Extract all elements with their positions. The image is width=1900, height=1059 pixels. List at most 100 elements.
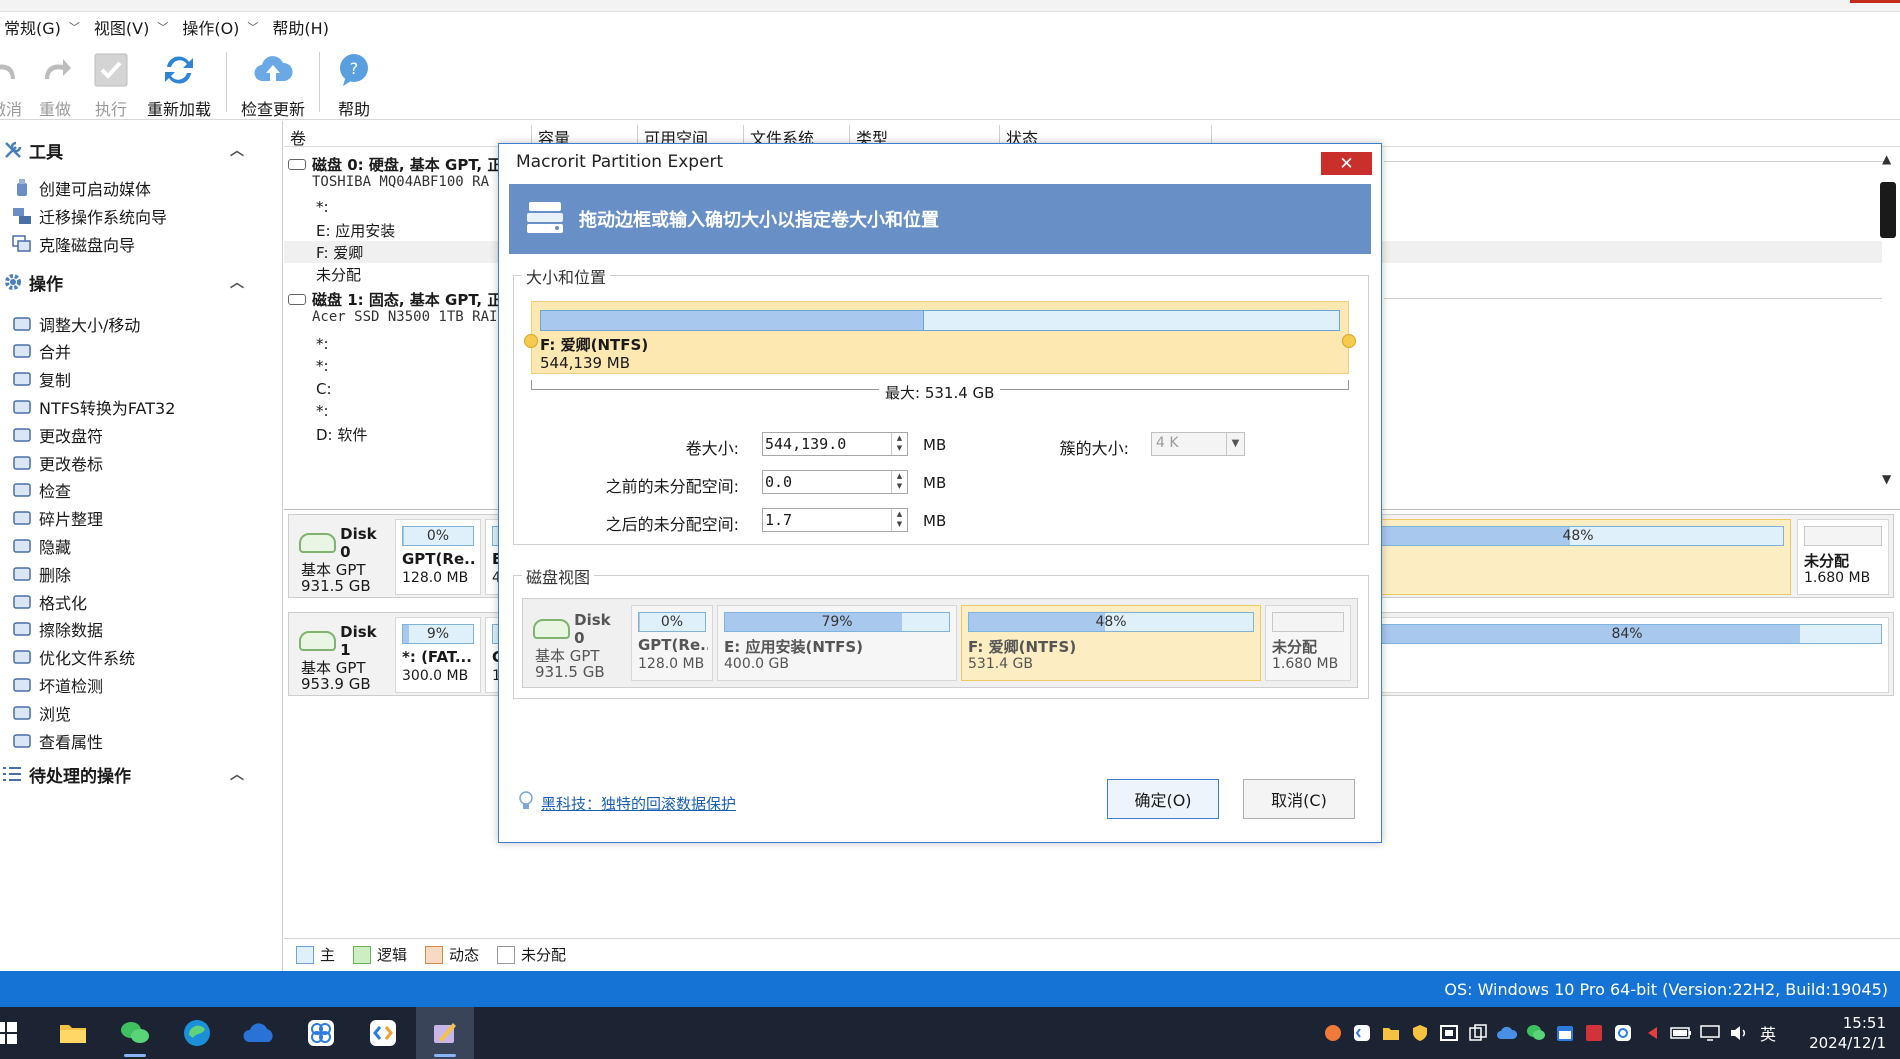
menu-help[interactable]: 帮助(H)	[272, 15, 337, 39]
check-update-button[interactable]: 检查更新	[233, 44, 313, 120]
tray-onedrive-icon[interactable]	[1496, 1022, 1518, 1044]
partition-block-selected[interactable]: 48%	[1371, 519, 1791, 595]
unallocated-before-input[interactable]: 0.0 ▲ ▼	[762, 470, 908, 494]
tray-arrow-icon[interactable]	[1641, 1022, 1663, 1044]
battery-icon[interactable]	[1670, 1022, 1692, 1044]
volume-row[interactable]: 未分配	[316, 263, 361, 285]
left-resize-handle[interactable]	[524, 334, 538, 348]
tray-red-app-icon[interactable]	[1583, 1022, 1605, 1044]
sidebar-item-format[interactable]: 格式化	[0, 588, 283, 615]
taskbar-partition-expert[interactable]	[416, 1007, 474, 1059]
partition-resize-area[interactable]: F: 爱卿(NTFS) 544,139 MB	[531, 301, 1349, 374]
sidebar-item-merge[interactable]: 合并	[0, 338, 283, 365]
scroll-up-icon[interactable]: ▲	[1882, 152, 1891, 166]
sidebar-item-delete[interactable]: 删除	[0, 560, 283, 587]
menu-view[interactable]: 视图(V) ﹀	[94, 15, 168, 39]
taskbar-app-flower[interactable]	[292, 1007, 350, 1059]
volume-row[interactable]: D: 软件	[316, 423, 367, 445]
taskbar-edge[interactable]	[168, 1007, 226, 1059]
network-icon[interactable]	[1699, 1022, 1721, 1044]
dialog-title-bar[interactable]: Macrorit Partition Expert	[499, 144, 1381, 180]
tray-copy-icon[interactable]	[1467, 1022, 1489, 1044]
partition-block-unallocated[interactable]: 未分配 1.680 MB	[1797, 519, 1889, 595]
reload-button[interactable]: 重新加载	[138, 44, 220, 120]
sidebar-item-change-letter[interactable]: 更改盘符	[0, 421, 283, 448]
col-status[interactable]: 状态	[1000, 125, 1212, 148]
cluster-size-select[interactable]: 4 K ▼	[1151, 432, 1245, 456]
sidebar-item-resize-move[interactable]: 调整大小/移动	[0, 310, 283, 337]
sidebar-section-operations[interactable]: 操作 ︿	[0, 267, 283, 297]
sidebar-item-bad-sector-scan[interactable]: 坏道检测	[0, 671, 283, 698]
partition-block[interactable]: 0% GPT(Re... 128.0 MB	[395, 519, 481, 595]
taskbar-wechat[interactable]	[106, 1007, 164, 1059]
sidebar-item-copy[interactable]: 复制	[0, 366, 283, 393]
system-clock[interactable]: 15:51 2024/12/1	[1809, 1013, 1886, 1053]
tray-window-icon[interactable]	[1438, 1022, 1460, 1044]
col-capacity[interactable]: 容量	[532, 125, 638, 148]
tray-folder-icon[interactable]	[1380, 1022, 1402, 1044]
sidebar-item-migrate-os[interactable]: 迁移操作系统向导	[0, 202, 283, 229]
chevron-down-icon[interactable]: ▼	[1226, 433, 1244, 455]
volume-row[interactable]: *:	[316, 400, 329, 422]
disk-map-head[interactable]: Disk 0 基本 GPT 931.5 GB	[293, 519, 391, 595]
scroll-grip[interactable]	[1880, 182, 1896, 238]
partition-block[interactable]: 9% *: (FAT... 300.0 MB	[395, 617, 481, 693]
volume-row[interactable]: *:	[316, 196, 329, 218]
dialog-close-button[interactable]: ✕	[1321, 152, 1372, 175]
volume-row[interactable]: C:	[316, 378, 332, 400]
taskbar-onedrive[interactable]	[230, 1007, 288, 1059]
sidebar-item-optimize-fs[interactable]: 优化文件系统	[0, 644, 283, 671]
right-resize-handle[interactable]	[1342, 334, 1356, 348]
start-button[interactable]	[0, 1007, 26, 1059]
scroll-down-icon[interactable]: ▼	[1882, 472, 1891, 486]
collapse-caret-icon[interactable]: ︿	[230, 764, 244, 784]
tray-wechat-icon[interactable]	[1525, 1022, 1547, 1044]
col-type[interactable]: 类型	[850, 125, 1000, 148]
col-volume[interactable]: 卷	[284, 125, 532, 148]
volume-icon[interactable]	[1728, 1022, 1750, 1044]
partition-block[interactable]: 84%	[1371, 617, 1889, 693]
collapse-caret-icon[interactable]: ︿	[230, 272, 244, 292]
taskbar-dev-tool[interactable]	[354, 1007, 412, 1059]
sidebar-item-wipe-data[interactable]: 擦除数据	[0, 616, 283, 643]
sidebar-section-pending[interactable]: 待处理的操作 ︿	[0, 759, 283, 789]
rollback-protection-link[interactable]: 黑科技：独特的回滚数据保护	[541, 793, 736, 814]
sidebar-item-hide[interactable]: 隐藏	[0, 532, 283, 559]
sidebar-section-tools[interactable]: 工具 ︿	[0, 135, 283, 165]
sidebar-item-properties[interactable]: 查看属性	[0, 727, 283, 754]
taskbar-file-explorer[interactable]	[44, 1007, 102, 1059]
collapse-caret-icon[interactable]: ︿	[230, 140, 244, 160]
spin-arrows-icon[interactable]: ▲ ▼	[891, 509, 907, 531]
sidebar-item-browse[interactable]: 浏览	[0, 699, 283, 726]
volume-row[interactable]: *:	[316, 355, 329, 377]
sidebar-item-check[interactable]: 检查	[0, 477, 283, 504]
apply-button[interactable]: 执行	[84, 44, 138, 120]
volume-row[interactable]: *:	[316, 333, 329, 355]
volume-size-input[interactable]: 544,139.0 ▲ ▼	[762, 432, 908, 456]
unallocated-after-input[interactable]: 1.7 ▲ ▼	[762, 508, 908, 532]
tray-app-icon[interactable]	[1322, 1022, 1344, 1044]
sidebar-item-clone-disk[interactable]: 克隆磁盘向导	[0, 230, 283, 257]
menu-general[interactable]: 常规(G) ﹀	[4, 15, 80, 39]
sidebar-item-defrag[interactable]: 碎片整理	[0, 505, 283, 532]
col-free-space[interactable]: 可用空间	[638, 125, 744, 148]
menu-operation[interactable]: 操作(O) ﹀	[182, 15, 258, 39]
spin-arrows-icon[interactable]: ▲ ▼	[891, 433, 907, 455]
volume-row[interactable]: E: 应用安装	[316, 219, 395, 241]
redo-button[interactable]: 重做	[26, 44, 84, 120]
undo-button[interactable]: 撤消	[0, 44, 26, 120]
sidebar-item-ntfs-to-fat32[interactable]: NTFS转换为FAT32	[0, 393, 283, 420]
cancel-button[interactable]: 取消(C)	[1243, 779, 1355, 819]
help-button[interactable]: ? 帮助	[326, 44, 382, 120]
ok-button[interactable]: 确定(O)	[1107, 779, 1219, 819]
input-method-indicator[interactable]: 英	[1757, 1022, 1779, 1044]
sidebar-item-change-label[interactable]: 更改卷标	[0, 449, 283, 476]
disk-map-head[interactable]: Disk 1 基本 GPT 953.9 GB	[293, 617, 391, 693]
tray-shield-icon[interactable]	[1409, 1022, 1431, 1044]
col-filesystem[interactable]: 文件系统	[744, 125, 850, 148]
tray-code-icon[interactable]	[1351, 1022, 1373, 1044]
tray-calendar-icon[interactable]	[1554, 1022, 1576, 1044]
spin-arrows-icon[interactable]: ▲ ▼	[891, 471, 907, 493]
sidebar-item-create-bootable-media[interactable]: 创建可启动媒体	[0, 174, 283, 201]
tray-flower-icon[interactable]	[1612, 1022, 1634, 1044]
